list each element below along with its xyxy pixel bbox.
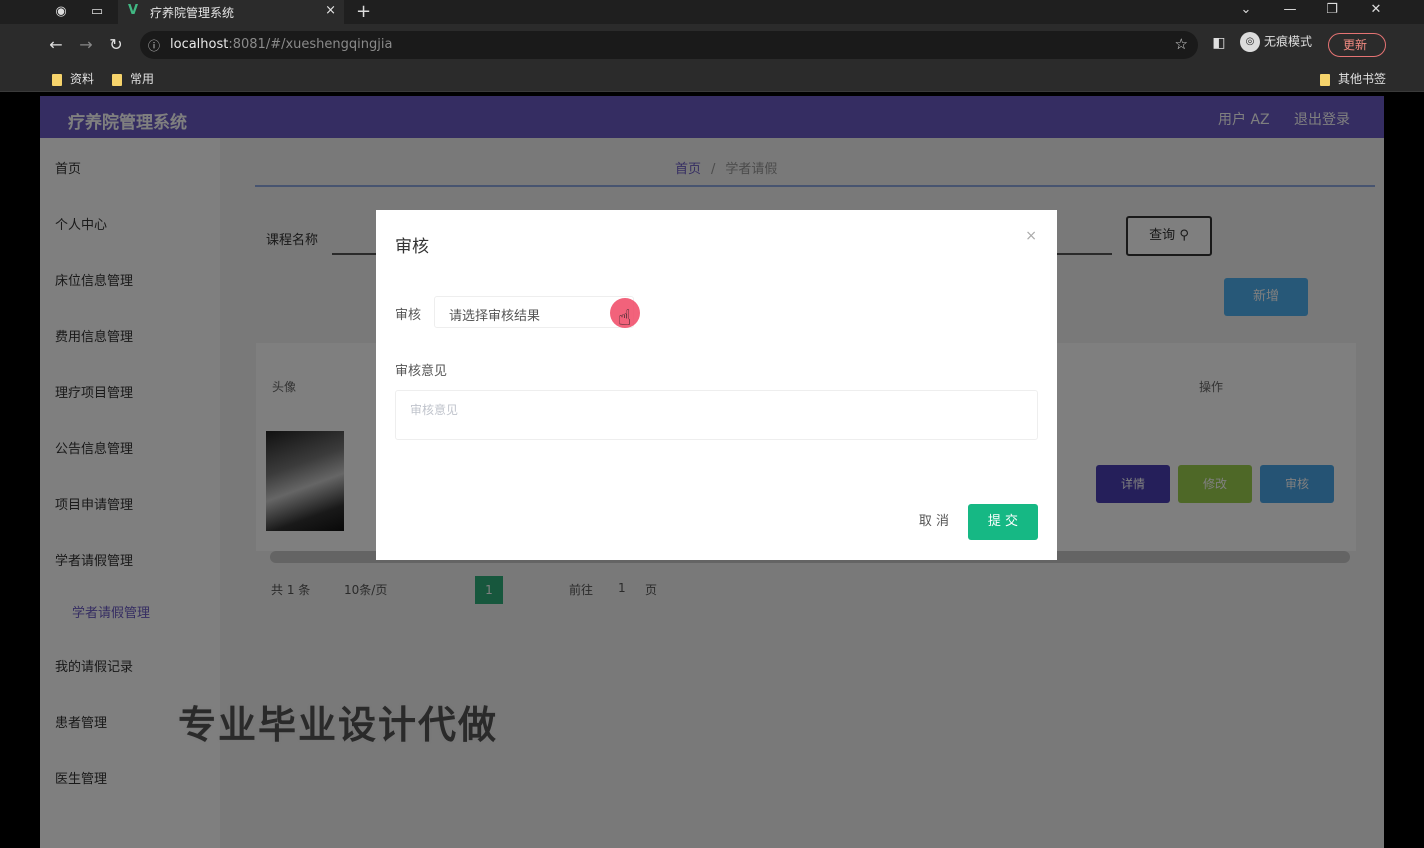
audit-label: 审核 [395, 308, 422, 323]
folder-icon [112, 73, 122, 86]
reload-icon[interactable]: ↻ [106, 35, 126, 54]
opinion-label: 审核意见 [395, 364, 448, 379]
audit-dialog: 审核 × 审核 请选择审核结果 ☝ 审核意见 审核意见 取 消 提 交 [376, 210, 1057, 560]
address-bar: ← → ↻ ⓘ localhost:8081/#/xueshengqingjia… [0, 24, 1424, 64]
watermark-text: 专业毕业设计代做 [178, 703, 499, 747]
tab-close-icon[interactable]: × [325, 3, 336, 18]
url-field[interactable]: ⓘ localhost:8081/#/xueshengqingjia ☆ [140, 31, 1198, 59]
page-viewport: 疗养院管理系统 用户 AZ 退出登录 首页 个人中心 床位信息管理 费用信息管理… [40, 96, 1384, 848]
black-margin [1384, 92, 1424, 848]
audit-result-select[interactable]: 请选择审核结果 [434, 296, 634, 328]
url-text: localhost:8081/#/xueshengqingjia [170, 37, 393, 52]
vue-favicon-icon: V [128, 3, 139, 18]
incognito-indicator[interactable]: ◎ 无痕模式 [1240, 32, 1312, 52]
opinion-placeholder: 审核意见 [410, 403, 459, 417]
restore-icon[interactable]: ❐ [1320, 2, 1344, 17]
submit-button[interactable]: 提 交 [968, 504, 1038, 540]
forward-icon[interactable]: → [76, 35, 96, 54]
dialog-title: 审核 [395, 237, 429, 257]
tab-search-icon[interactable]: ⌄ [1234, 2, 1258, 17]
browser-tab-bar: ◉ ▭ V 疗养院管理系统 × + ⌄ — ❐ ✕ [0, 0, 1424, 24]
folder-icon [52, 73, 62, 86]
bookmark-star-icon[interactable]: ☆ [1175, 35, 1188, 53]
bookmark-folder[interactable]: 常用 [112, 70, 154, 87]
minimize-icon[interactable]: — [1278, 2, 1302, 17]
close-window-icon[interactable]: ✕ [1364, 2, 1388, 17]
hand-cursor-icon: ☝ [618, 306, 632, 331]
tab-window-icon[interactable]: ▭ [88, 3, 106, 21]
bookmark-folder[interactable]: 资料 [52, 70, 94, 87]
other-bookmarks[interactable]: 其他书签 [1320, 70, 1386, 87]
info-icon[interactable]: ⓘ [148, 37, 160, 54]
close-icon[interactable]: × [1025, 228, 1037, 244]
audit-select-placeholder: 请选择审核结果 [449, 309, 541, 324]
opinion-textarea[interactable]: 审核意见 [395, 390, 1038, 440]
back-icon[interactable]: ← [46, 35, 66, 54]
new-tab-button[interactable]: + [356, 1, 371, 22]
incognito-icon: ◎ [1240, 32, 1260, 52]
globe-icon[interactable]: ◉ [52, 3, 70, 21]
side-panel-icon[interactable]: ◧ [1209, 35, 1229, 51]
tab-title: 疗养院管理系统 [150, 6, 235, 20]
update-button[interactable]: 更新 [1328, 33, 1386, 57]
cancel-button[interactable]: 取 消 [903, 504, 965, 540]
bookmarks-bar: 资料 常用 其他书签 [0, 64, 1424, 92]
folder-icon [1320, 73, 1330, 86]
browser-tab-active[interactable]: V 疗养院管理系统 × [118, 0, 344, 24]
